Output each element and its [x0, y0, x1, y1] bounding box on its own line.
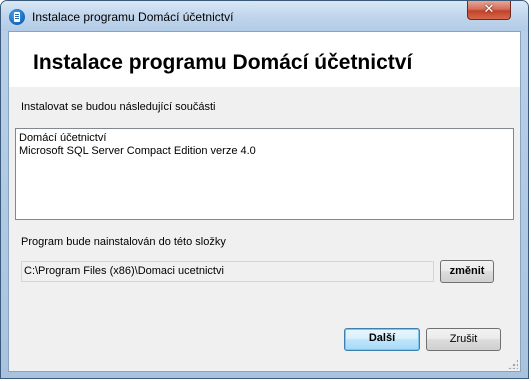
- title-bar[interactable]: Instalace programu Domácí účetnictví ✕: [1, 1, 528, 31]
- components-list[interactable]: Domácí účetnictví Microsoft SQL Server C…: [15, 128, 514, 220]
- next-button[interactable]: Další: [344, 328, 420, 351]
- page-title: Instalace programu Domácí účetnictví: [33, 51, 413, 74]
- install-folder-label: Program bude nainstalován do této složky: [21, 236, 226, 248]
- window-title: Instalace programu Domácí účetnictví: [32, 10, 234, 24]
- header-panel: Instalace programu Domácí účetnictví: [9, 32, 520, 87]
- components-label: Instalovat se budou následující součásti: [21, 101, 216, 113]
- resize-grip[interactable]: [508, 359, 518, 369]
- app-icon: [9, 9, 25, 25]
- installer-window: Instalace programu Domácí účetnictví ✕ I…: [0, 0, 529, 379]
- install-path-field[interactable]: C:\Program Files (x86)\Domaci ucetnictvi: [21, 261, 434, 282]
- list-item: Domácí účetnictví: [19, 132, 107, 144]
- close-icon: ✕: [483, 2, 495, 17]
- dialog-client-area: Instalace programu Domácí účetnictví Ins…: [8, 31, 521, 372]
- cancel-button[interactable]: Zrušit: [426, 328, 501, 351]
- change-folder-button[interactable]: změnit: [440, 260, 494, 283]
- close-button[interactable]: ✕: [467, 1, 511, 20]
- list-item: Microsoft SQL Server Compact Edition ver…: [19, 145, 256, 157]
- document-glyph: [14, 12, 20, 22]
